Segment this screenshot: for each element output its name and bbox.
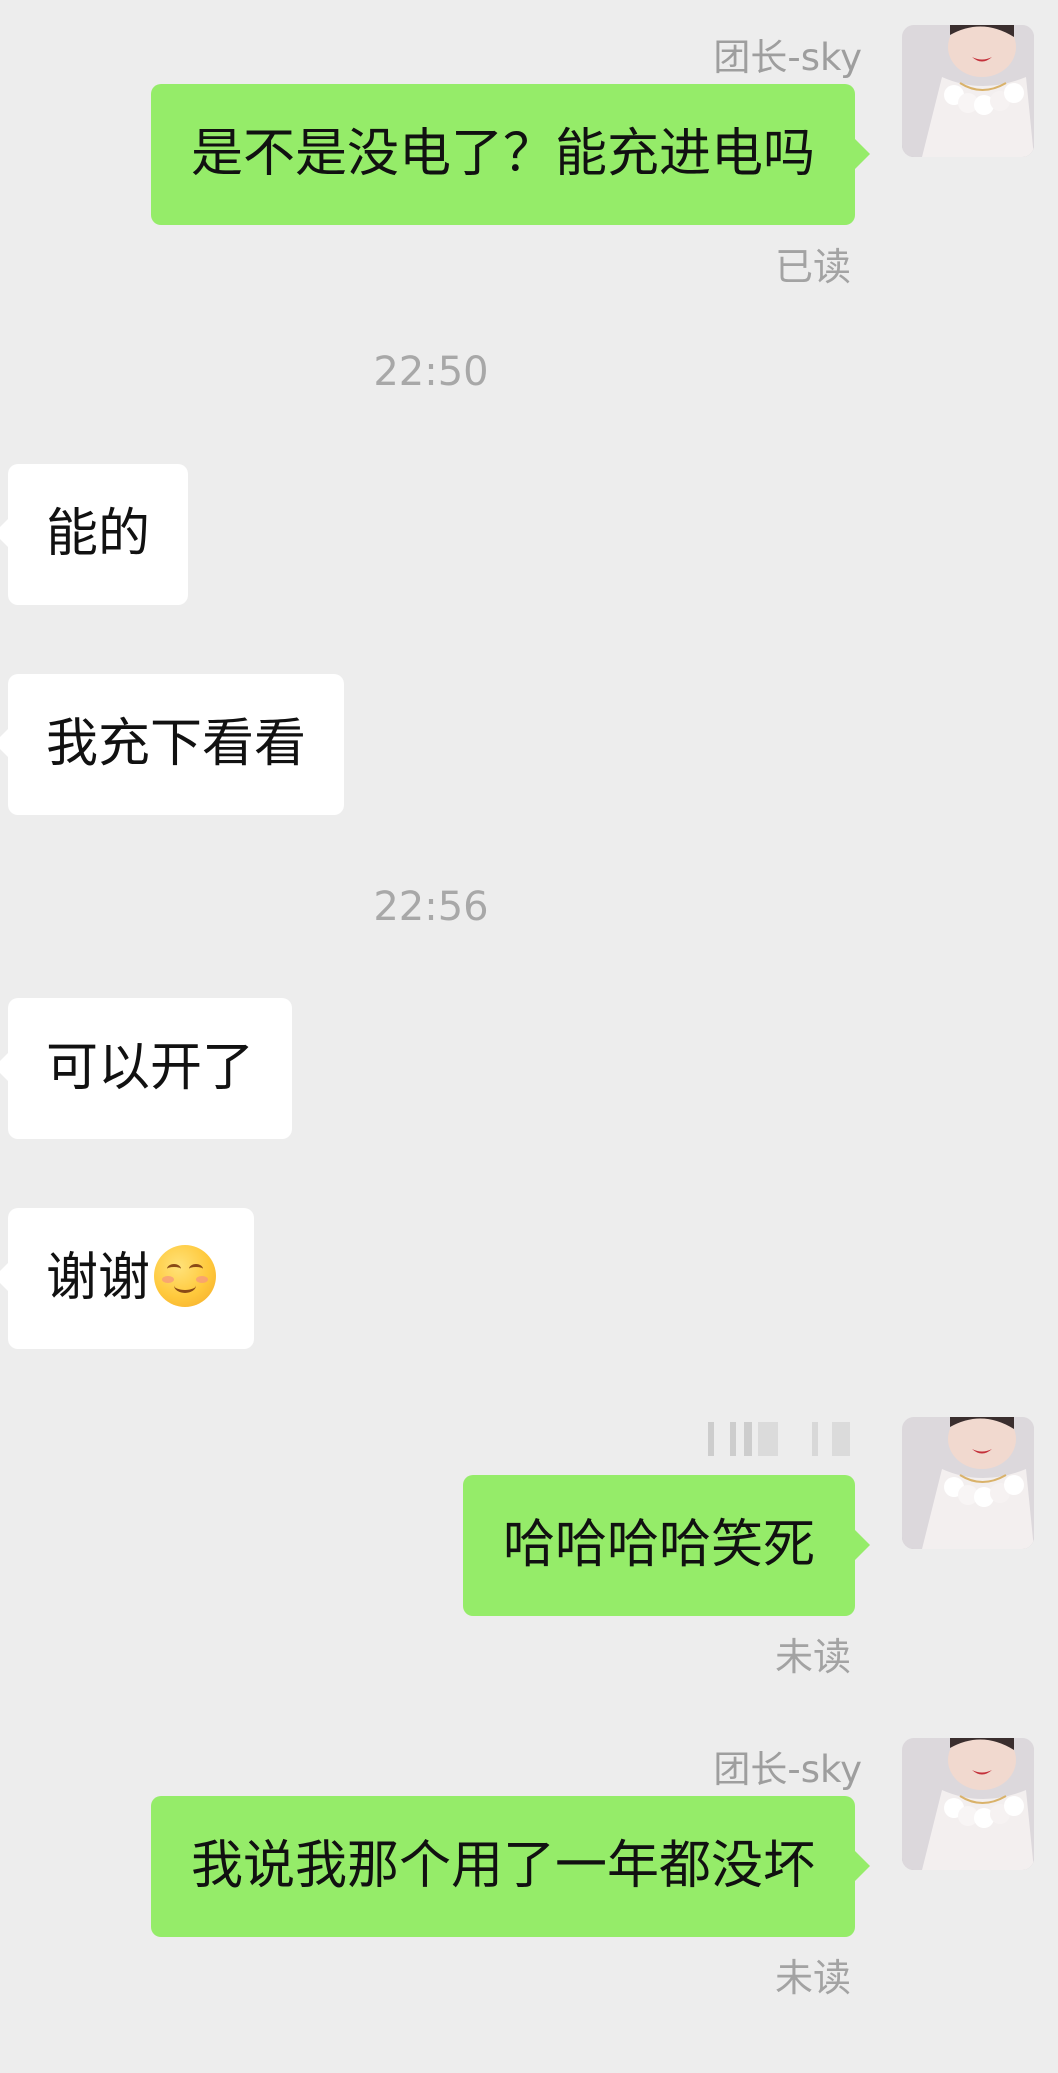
timestamp: 22:50	[373, 349, 489, 395]
obscured-sender-name	[708, 1418, 858, 1458]
message-text: 我说我那个用了一年都没坏	[190, 1836, 815, 1896]
message-bubble-incoming[interactable]: 能的	[0, 464, 189, 605]
sender-name: 团长-sky	[713, 36, 862, 79]
message-text: 哈哈哈哈笑死	[502, 1515, 815, 1575]
read-status: 未读	[774, 1635, 851, 1679]
avatar[interactable]	[902, 1417, 1034, 1549]
message-text: 我充下看看	[46, 714, 307, 774]
avatar[interactable]	[902, 1738, 1034, 1870]
sender-name: 团长-sky	[713, 1748, 862, 1791]
message-bubble-incoming[interactable]: 可以开了	[0, 998, 293, 1139]
message-bubble-incoming[interactable]: 我充下看看	[0, 674, 345, 815]
message-text: 能的	[46, 504, 151, 564]
read-status: 未读	[774, 1956, 851, 2000]
smiling-face-emoji-icon	[154, 1245, 217, 1307]
message-text: 谢谢	[46, 1248, 151, 1308]
message-bubble-incoming[interactable]: 谢谢	[0, 1208, 255, 1349]
message-bubble-outgoing[interactable]: 哈哈哈哈笑死	[462, 1475, 871, 1616]
timestamp: 22:56	[373, 884, 489, 930]
message-text: 可以开了	[46, 1038, 255, 1098]
avatar[interactable]	[902, 25, 1034, 157]
message-text: 是不是没电了？能充进电吗	[190, 124, 815, 184]
message-bubble-outgoing[interactable]: 我说我那个用了一年都没坏	[150, 1796, 871, 1937]
read-status: 已读	[774, 245, 851, 289]
message-bubble-outgoing[interactable]: 是不是没电了？能充进电吗	[150, 84, 871, 225]
